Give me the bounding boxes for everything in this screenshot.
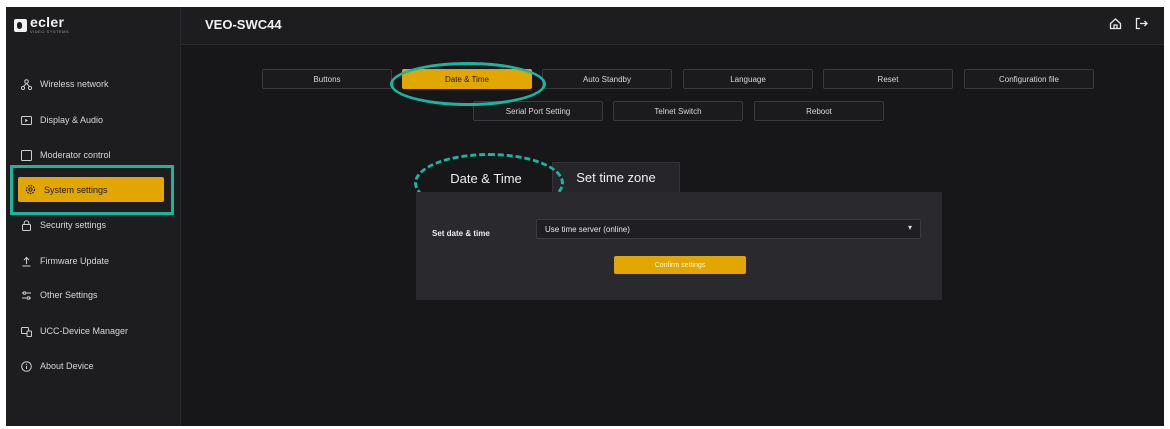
- select-value: Use time server (online): [545, 224, 630, 234]
- confirm-settings-button[interactable]: Confirm settings: [614, 256, 746, 274]
- lock-icon: [20, 219, 32, 231]
- device-manager-icon: [20, 325, 32, 337]
- display-icon: [20, 114, 32, 126]
- logo-subtext: VIDEO SYSTEMS: [30, 29, 70, 34]
- highlight-ellipse: [390, 62, 546, 106]
- date-time-panel: Set date & time Use time server (online)…: [416, 192, 942, 300]
- sidebar-item-label: Wireless network: [40, 79, 109, 89]
- sidebar-item-label: Other Settings: [40, 290, 98, 300]
- caret-down-icon: ▾: [907, 223, 912, 232]
- tab-buttons[interactable]: Buttons: [262, 69, 392, 89]
- sidebar-item-label: Firmware Update: [40, 256, 110, 266]
- header-actions: [1109, 17, 1148, 33]
- sidebar-item-wireless-network[interactable]: Wireless network: [14, 72, 164, 96]
- tab-configuration-file[interactable]: Configuration file: [964, 69, 1094, 89]
- sidebar-item-firmware-update[interactable]: Firmware Update: [14, 249, 164, 273]
- ecler-logo-icon: [14, 18, 27, 32]
- sidebar-item-moderator-control[interactable]: Moderator control: [14, 143, 164, 167]
- logout-icon[interactable]: [1135, 17, 1148, 33]
- device-title: VEO-SWC44: [205, 17, 282, 32]
- sidebar-item-label: Security settings: [40, 220, 107, 230]
- app-window: ecler VIDEO SYSTEMS Wireless network Dis…: [6, 7, 1164, 426]
- set-date-time-select[interactable]: Use time server (online) ▾: [536, 219, 921, 239]
- tab-auto-standby[interactable]: Auto Standby: [542, 69, 672, 89]
- set-date-time-label: Set date & time: [432, 229, 490, 238]
- sidebar: ecler VIDEO SYSTEMS Wireless network Dis…: [6, 7, 181, 426]
- tab-telnet-switch[interactable]: Telnet Switch: [613, 101, 743, 121]
- info-icon: [20, 360, 32, 372]
- sidebar-item-about-device[interactable]: About Device: [14, 354, 164, 378]
- sidebar-item-ucc-device-manager[interactable]: UCC-Device Manager: [14, 319, 164, 343]
- sidebar-item-label: Moderator control: [40, 150, 111, 160]
- sliders-icon: [20, 289, 32, 301]
- sidebar-item-display-audio[interactable]: Display & Audio: [14, 108, 164, 132]
- tab-language[interactable]: Language: [683, 69, 813, 89]
- square-icon: [20, 149, 32, 161]
- sidebar-item-label: UCC-Device Manager: [40, 326, 129, 336]
- network-icon: [20, 78, 32, 90]
- highlight-box: [10, 165, 174, 215]
- tab-reset[interactable]: Reset: [823, 69, 953, 89]
- sidebar-item-security-settings[interactable]: Security settings: [14, 213, 164, 237]
- sidebar-item-label: Display & Audio: [40, 115, 104, 125]
- logo-text: ecler: [30, 14, 65, 30]
- sidebar-item-label: About Device: [40, 361, 94, 371]
- brand-logo: ecler VIDEO SYSTEMS: [14, 14, 70, 34]
- subtab-set-time-zone[interactable]: Set time zone: [552, 162, 680, 192]
- top-bar: VEO-SWC44: [181, 7, 1164, 45]
- upload-icon: [20, 255, 32, 267]
- home-icon[interactable]: [1109, 17, 1122, 33]
- sidebar-item-other-settings[interactable]: Other Settings: [14, 283, 164, 307]
- tab-reboot[interactable]: Reboot: [754, 101, 884, 121]
